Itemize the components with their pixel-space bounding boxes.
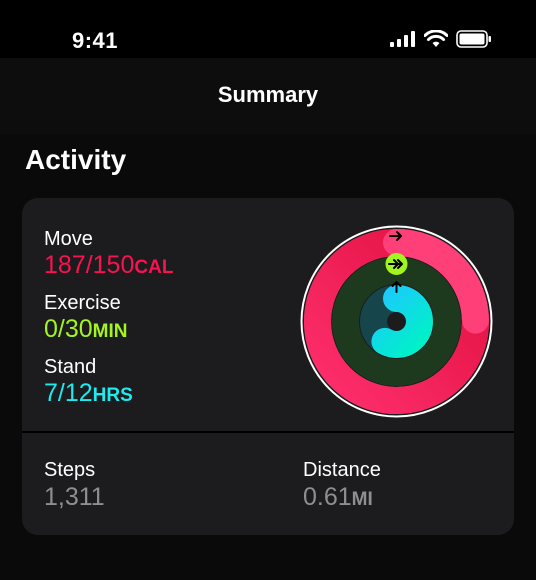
content-area: Activity Move 187/150CAL Exercise 0/30MI… [0, 134, 536, 580]
status-time: 9:41 [72, 28, 119, 53]
move-value-number: 187/150 [44, 251, 135, 279]
exercise-value-number: 0/30 [44, 315, 93, 343]
move-value-unit: CAL [134, 257, 174, 278]
activity-card[interactable]: Move 187/150CAL Exercise 0/30MIN Stand 7… [22, 198, 514, 535]
cellular-signal-icon [390, 31, 415, 47]
move-value: 187/150CAL [44, 251, 173, 282]
exercise-value-unit: MIN [92, 321, 128, 342]
exercise-ring-arrow-icon [385, 253, 408, 275]
stand-value: 7/12HRS [44, 379, 133, 410]
exercise-value: 0/30MIN [44, 315, 128, 346]
exercise-label: Exercise [44, 292, 121, 314]
card-divider [22, 431, 514, 433]
stand-value-number: 7/12 [44, 379, 93, 407]
distance-label: Distance [303, 459, 381, 481]
activity-rings [300, 225, 493, 418]
move-label: Move [44, 228, 93, 250]
navigation-bar: Summary [0, 58, 536, 134]
distance-stat: Distance 0.61MI [303, 458, 381, 515]
steps-value: 1,311 [44, 483, 105, 511]
stand-label: Stand [44, 356, 97, 378]
steps-label: Steps [44, 459, 96, 481]
distance-value-unit: MI [351, 489, 373, 510]
exercise-metric: Exercise 0/30MIN [44, 291, 128, 346]
move-metric: Move 187/150CAL [44, 227, 173, 282]
activity-section-title: Activity [25, 144, 127, 175]
status-bar: 9:41 [0, 0, 536, 58]
page-title: Summary [217, 82, 319, 107]
steps-stat: Steps 1,311 [44, 458, 105, 512]
wifi-icon [424, 30, 448, 47]
stand-metric: Stand 7/12HRS [44, 355, 133, 410]
distance-value: 0.61MI [303, 482, 381, 515]
stand-value-unit: HRS [92, 385, 133, 406]
distance-value-number: 0.61 [303, 483, 352, 511]
status-icons [390, 30, 492, 48]
battery-icon [456, 30, 491, 48]
